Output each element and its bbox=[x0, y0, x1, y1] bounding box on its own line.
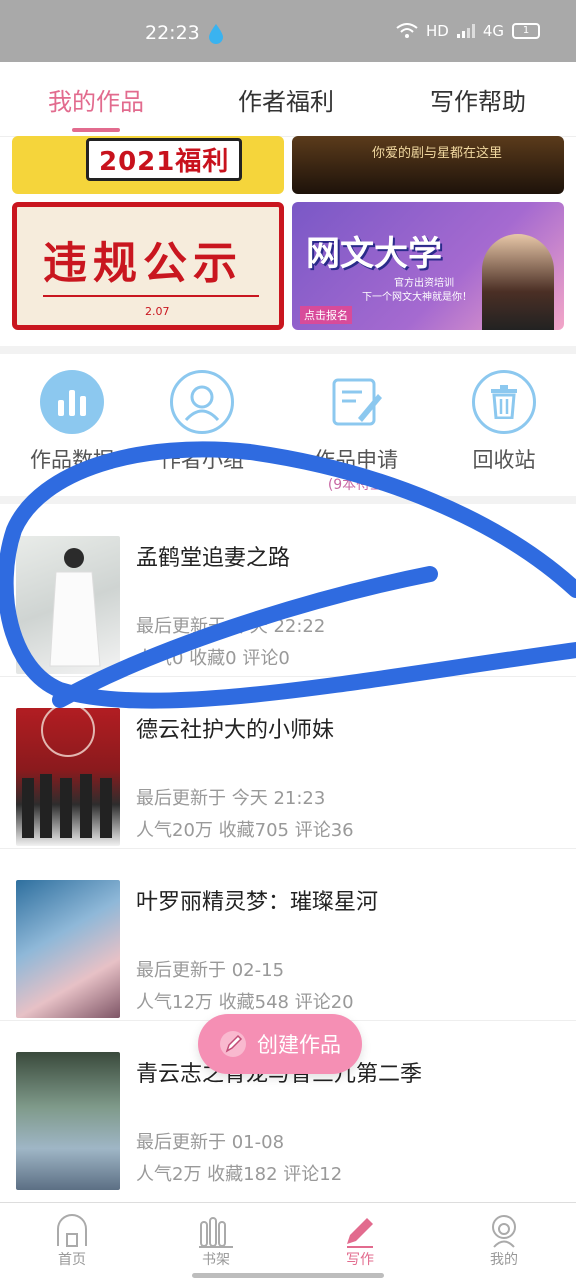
bar-chart-icon bbox=[40, 370, 104, 434]
works-list: 孟鹤堂追妻之路 最后更新于 今天 22:22 人气0 收藏0 评论0 德云社护大… bbox=[0, 504, 576, 1202]
wifi-icon bbox=[396, 23, 418, 38]
violation-notice-banner[interactable]: 违规公示 2.07 bbox=[12, 202, 284, 330]
create-work-label: 创建作品 bbox=[257, 1033, 341, 1057]
edit-form-icon bbox=[324, 370, 388, 434]
tab-author-welfare[interactable]: 作者福利 bbox=[238, 82, 334, 117]
network-label: HD bbox=[425, 22, 449, 40]
battery-icon: 1 bbox=[512, 23, 540, 39]
drama-banner-text: 你爱的剧与星都在这里 bbox=[372, 146, 503, 161]
work-cover-image bbox=[16, 1052, 120, 1190]
nav-bookshelf-label: 书架 bbox=[202, 1252, 230, 1268]
work-stats: 人气20万 收藏705 评论36 bbox=[136, 820, 354, 841]
work-cover-image bbox=[16, 708, 120, 846]
nav-write-label: 写作 bbox=[346, 1252, 374, 1268]
bottom-nav: 首页 书架 写作 我的 bbox=[0, 1202, 576, 1281]
water-drop-icon bbox=[209, 24, 223, 44]
work-cover-image bbox=[16, 880, 120, 1018]
pen-icon bbox=[347, 1218, 373, 1248]
status-bar: 22:23 HD 4G 1 bbox=[0, 0, 576, 62]
work-updated: 最后更新于 01-08 bbox=[136, 1132, 285, 1153]
top-tabs: 我的作品 作者福利 写作帮助 bbox=[0, 62, 576, 137]
author-tools: 作品数据 作者小组 作品申请 (9本待上 回收站 bbox=[0, 356, 576, 496]
pending-count: (9本待上 bbox=[327, 477, 385, 493]
nav-bookshelf[interactable]: 书架 bbox=[166, 1213, 266, 1269]
university-subtitle: 官方出资培训 bbox=[394, 278, 454, 289]
create-work-button[interactable]: 创建作品 bbox=[198, 1014, 362, 1074]
tool-label: 作者小组 bbox=[160, 448, 244, 472]
university-slogan: 下一个网文大神就是你！ bbox=[362, 292, 472, 303]
nav-home-label: 首页 bbox=[58, 1252, 86, 1268]
tool-work-data[interactable]: 作品数据 bbox=[12, 370, 132, 474]
home-gesture-bar bbox=[192, 1273, 384, 1278]
work-cover-image bbox=[16, 536, 120, 674]
nav-write[interactable]: 写作 bbox=[310, 1213, 410, 1269]
work-title: 孟鹤堂追妻之路 bbox=[136, 546, 291, 571]
tab-my-works[interactable]: 我的作品 bbox=[48, 82, 144, 117]
status-time: 22:23 bbox=[145, 22, 200, 44]
work-updated: 最后更新于 今天 22:22 bbox=[136, 616, 326, 637]
work-updated: 最后更新于 02-15 bbox=[136, 960, 285, 981]
tool-recycle-bin[interactable]: 回收站 bbox=[444, 370, 564, 474]
tool-work-apply[interactable]: 作品申请 (9本待上 bbox=[296, 370, 416, 494]
nav-profile[interactable]: 我的 bbox=[454, 1213, 554, 1269]
tool-author-group[interactable]: 作者小组 bbox=[142, 370, 262, 474]
status-icons: HD 4G 1 bbox=[396, 22, 540, 40]
banner-grid: 2021福利 你爱的剧与星都在这里 违规公示 2.07 网文大学 官方出资培训 … bbox=[0, 136, 576, 348]
work-stats: 人气12万 收藏548 评论20 bbox=[136, 992, 354, 1013]
welfare-banner-text: 2021福利 bbox=[86, 138, 243, 181]
pencil-icon bbox=[220, 1031, 246, 1057]
university-title: 网文大学 bbox=[306, 234, 442, 274]
trash-icon bbox=[472, 370, 536, 434]
nav-profile-label: 我的 bbox=[490, 1252, 518, 1268]
section-divider bbox=[0, 346, 576, 354]
work-stats: 人气0 收藏0 评论0 bbox=[136, 648, 290, 669]
signal-label: 4G bbox=[482, 22, 504, 40]
tool-label: 作品数据 bbox=[30, 448, 114, 472]
portrait-image bbox=[482, 234, 554, 330]
tool-label: 回收站 bbox=[472, 448, 536, 472]
work-item[interactable]: 德云社护大的小师妹 最后更新于 今天 21:23 人气20万 收藏705 评论3… bbox=[0, 676, 576, 849]
nav-home[interactable]: 首页 bbox=[22, 1213, 122, 1269]
tab-writing-help[interactable]: 写作帮助 bbox=[430, 82, 526, 117]
profile-icon bbox=[492, 1215, 516, 1248]
work-title: 叶罗丽精灵梦：璀璨星河 bbox=[136, 890, 379, 915]
work-title: 德云社护大的小师妹 bbox=[136, 718, 335, 743]
web-university-banner[interactable]: 网文大学 官方出资培训 下一个网文大神就是你！ 点击报名 bbox=[292, 202, 564, 330]
author-group-icon bbox=[170, 370, 234, 434]
home-icon bbox=[57, 1214, 87, 1247]
banner-divider bbox=[43, 295, 259, 297]
work-stats: 人气2万 收藏182 评论12 bbox=[136, 1164, 343, 1185]
welfare-banner[interactable]: 2021福利 bbox=[12, 136, 284, 194]
work-updated: 最后更新于 今天 21:23 bbox=[136, 788, 326, 809]
tool-label: 作品申请 bbox=[314, 448, 398, 472]
signal-icon bbox=[456, 24, 475, 38]
violation-date: 2.07 bbox=[145, 305, 170, 318]
active-tab-indicator bbox=[72, 128, 120, 132]
university-cta: 点击报名 bbox=[300, 306, 352, 324]
section-divider bbox=[0, 496, 576, 504]
work-item[interactable]: 叶罗丽精灵梦：璀璨星河 最后更新于 02-15 人气12万 收藏548 评论20 bbox=[0, 848, 576, 1021]
work-item[interactable]: 孟鹤堂追妻之路 最后更新于 今天 22:22 人气0 收藏0 评论0 bbox=[0, 504, 576, 677]
violation-title: 违规公示 bbox=[43, 238, 243, 289]
bookshelf-icon bbox=[199, 1217, 233, 1248]
drama-banner[interactable]: 你爱的剧与星都在这里 bbox=[292, 136, 564, 194]
